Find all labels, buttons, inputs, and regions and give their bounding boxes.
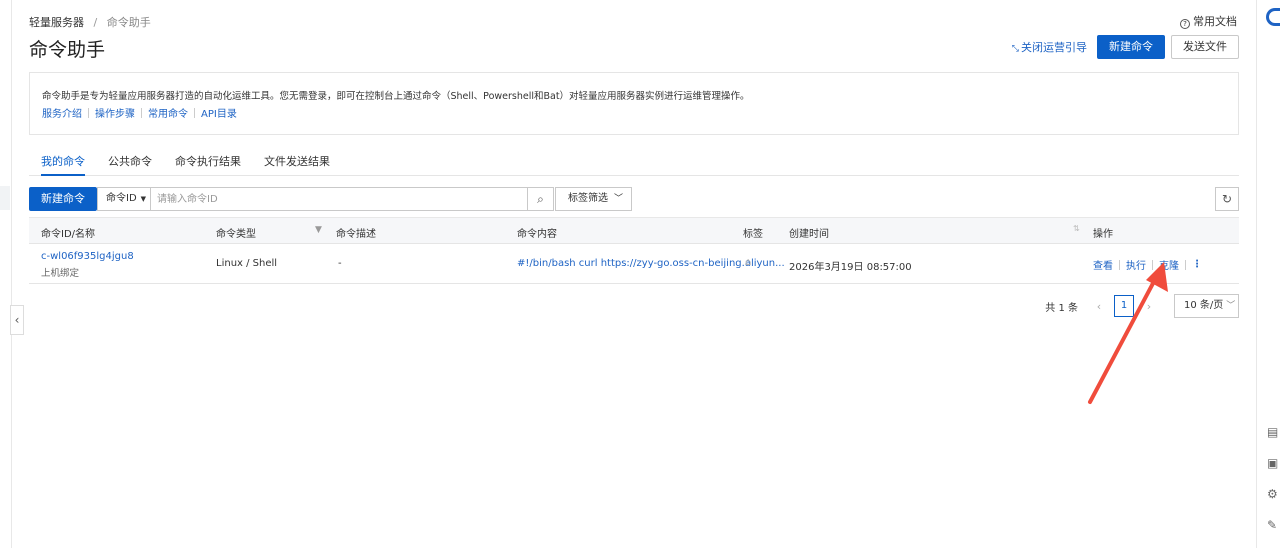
send-file-button[interactable]: 发送文件: [1171, 35, 1239, 59]
close-guide-link[interactable]: ⤡ 关闭运营引导: [1012, 39, 1087, 55]
list-toolbar: 新建命令 命令ID▼ ⌕ 标签筛选 ﹀ ↻: [29, 187, 1239, 211]
command-description: -: [338, 258, 342, 269]
close-guide-label: 关闭运营引导: [1021, 41, 1087, 54]
link-service-intro[interactable]: 服务介绍: [42, 109, 82, 120]
col-description: 命令描述: [336, 229, 376, 240]
question-circle-icon: ?: [1180, 19, 1190, 29]
intro-panel: 命令助手是专为轻量应用服务器打造的自动化运维工具。您无需登录，即可在控制台上通过…: [29, 72, 1239, 135]
col-content: 命令内容: [517, 229, 557, 240]
toolbar-create-command-button[interactable]: 新建命令: [29, 187, 97, 211]
tag-filter-label: 标签筛选: [568, 193, 608, 204]
right-toolbar-strip: ▤ ▣ ⚙ ✎: [1256, 0, 1280, 548]
col-created: 创建时间: [789, 229, 829, 240]
breadcrumb-separator: /: [93, 16, 98, 29]
search-field-label: 命令ID: [106, 193, 137, 204]
command-tabs: 我的命令 公共命令 命令执行结果 文件发送结果: [29, 149, 1239, 176]
tab-file-send-results[interactable]: 文件发送结果: [264, 149, 330, 176]
search-group: 命令ID▼ ⌕: [97, 187, 554, 211]
feedback-icon[interactable]: ▤: [1267, 425, 1280, 439]
chevron-left-icon: ‹: [14, 313, 20, 327]
intro-links: 服务介绍 操作步骤 常用命令 API目录: [42, 105, 237, 120]
search-input[interactable]: [151, 187, 528, 211]
table-header: 命令ID/名称 命令类型 ▼ 命令描述 命令内容 标签 创建时间 ⇅ 操作: [29, 217, 1239, 244]
search-field-select[interactable]: 命令ID ▼: [97, 187, 151, 211]
link-divider: [141, 108, 142, 118]
sidebar-collapse-button[interactable]: ‹: [10, 305, 24, 335]
command-type: Linux / Shell: [216, 258, 278, 269]
created-time: 2026年3月19日 08:57:00: [789, 262, 912, 273]
annotation-arrow: [1088, 262, 1168, 404]
more-vertical-icon[interactable]: ⋮: [1192, 259, 1202, 270]
breadcrumb-current: 命令助手: [106, 16, 151, 29]
tab-public-commands[interactable]: 公共命令: [108, 149, 152, 176]
edit-icon[interactable]: ✎: [1267, 518, 1280, 532]
table-row: c-wl06f935lg4jgu8 上机绑定 Linux / Shell - #…: [29, 244, 1239, 283]
link-api-catalog[interactable]: API目录: [201, 109, 237, 120]
left-sidebar-strip: [0, 0, 12, 548]
create-command-button[interactable]: 新建命令: [1097, 35, 1165, 59]
chevron-down-icon: ﹀: [614, 194, 624, 204]
logo-icon: [1266, 8, 1280, 26]
intro-description: 命令助手是专为轻量应用服务器打造的自动化运维工具。您无需登录，即可在控制台上通过…: [42, 91, 750, 102]
gear-icon[interactable]: ⚙: [1267, 487, 1280, 501]
total-count: 共 1 条: [1045, 302, 1078, 314]
breadcrumb: 轻量服务器 / 命令助手: [29, 14, 151, 30]
link-common-commands[interactable]: 常用命令: [148, 109, 188, 120]
sort-icon[interactable]: ⇅: [1073, 224, 1080, 233]
breadcrumb-parent[interactable]: 轻量服务器: [29, 16, 84, 29]
action-divider: [1185, 259, 1186, 270]
help-docs-link[interactable]: ? 常用文档: [1180, 13, 1237, 29]
commands-table: 命令ID/名称 命令类型 ▼ 命令描述 命令内容 标签 创建时间 ⇅ 操作 c-…: [29, 217, 1239, 284]
command-id-link[interactable]: c-wl06f935lg4jgu8: [41, 251, 134, 262]
link-divider: [88, 108, 89, 118]
page-title: 命令助手: [29, 39, 106, 61]
col-id-name: 命令ID/名称: [41, 229, 96, 240]
filter-icon[interactable]: ▼: [315, 225, 322, 235]
caret-down-icon: ▼: [140, 195, 147, 203]
col-actions: 操作: [1093, 229, 1113, 240]
page-size-label: 10 条/页: [1184, 300, 1224, 311]
header-actions: ⤡ 关闭运营引导 新建命令 发送文件: [1012, 35, 1239, 59]
sidebar-active-marker: [0, 186, 10, 210]
link-divider: [194, 108, 195, 118]
help-docs-label: 常用文档: [1193, 15, 1237, 28]
link-steps[interactable]: 操作步骤: [95, 109, 135, 120]
search-icon[interactable]: ⌕: [528, 187, 554, 211]
col-tags: 标签: [743, 229, 763, 240]
document-icon[interactable]: ▣: [1267, 456, 1280, 470]
refresh-icon[interactable]: ↻: [1215, 187, 1239, 211]
tag-icon[interactable]: ⌂: [745, 257, 751, 268]
chevron-down-icon: ﹀: [1226, 301, 1236, 311]
collapse-arrows-icon: ⤡: [1011, 44, 1019, 54]
annotation-arrow-shaft: [1088, 270, 1161, 404]
col-type: 命令类型: [216, 229, 256, 240]
tag-filter-button[interactable]: 标签筛选 ﹀: [555, 187, 632, 211]
tab-execution-results[interactable]: 命令执行结果: [175, 149, 241, 176]
tab-my-commands[interactable]: 我的命令: [41, 149, 85, 176]
command-name: 上机绑定: [41, 268, 80, 279]
main-content: 轻量服务器 / 命令助手 ? 常用文档 命令助手 ⤡ 关闭运营引导 新建命令 发送文…: [29, 0, 1239, 548]
